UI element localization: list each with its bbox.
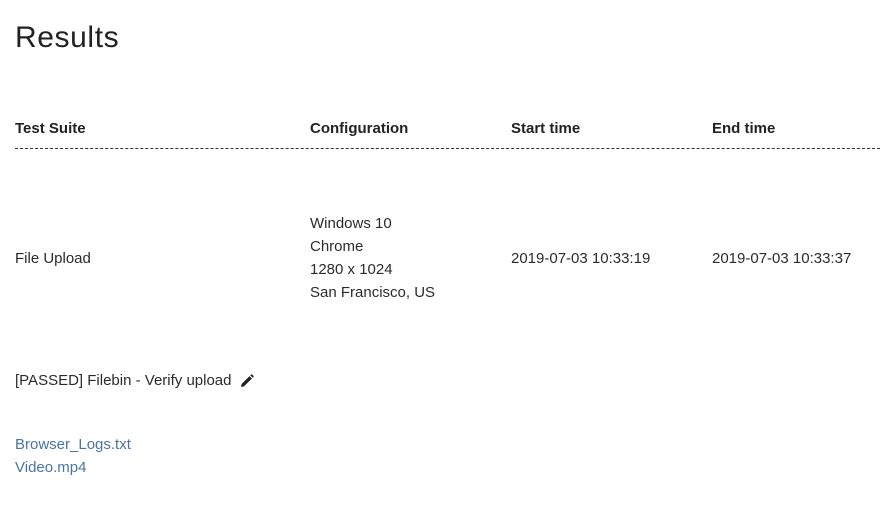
cell-test-suite: File Upload	[15, 250, 91, 267]
header-start-time: Start time	[511, 120, 581, 137]
config-location: San Francisco, US	[310, 284, 436, 301]
config-resolution: 1280 x 1024	[310, 261, 393, 278]
cell-start-time: 2019-07-03 10:33:19	[511, 250, 651, 267]
attachment-link-browser-logs[interactable]: Browser_Logs.txt	[15, 433, 131, 456]
header-configuration: Configuration	[310, 120, 409, 137]
attachments-list: Browser_Logs.txt Video.mp4	[15, 433, 131, 479]
page-title: Results	[15, 21, 120, 54]
attachment-link-video[interactable]: Video.mp4	[15, 456, 131, 479]
test-case-label: [PASSED] Filebin - Verify upload	[15, 372, 232, 389]
header-test-suite: Test Suite	[15, 120, 86, 137]
results-table: Test Suite Configuration Start time End …	[15, 108, 880, 309]
cell-end-time: 2019-07-03 10:33:37	[712, 250, 852, 267]
config-browser: Chrome	[310, 238, 364, 255]
cell-configuration: Windows 10 Chrome 1280 x 1024 San Franci…	[310, 212, 435, 304]
table-header-row: Test Suite Configuration Start time End …	[15, 108, 880, 149]
header-end-time: End time	[712, 120, 776, 137]
test-case: [PASSED] Filebin - Verify upload	[15, 370, 254, 392]
config-os: Windows 10	[310, 215, 392, 232]
table-row: File Upload Windows 10 Chrome 1280 x 102…	[15, 149, 880, 309]
pencil-icon[interactable]	[240, 374, 254, 388]
